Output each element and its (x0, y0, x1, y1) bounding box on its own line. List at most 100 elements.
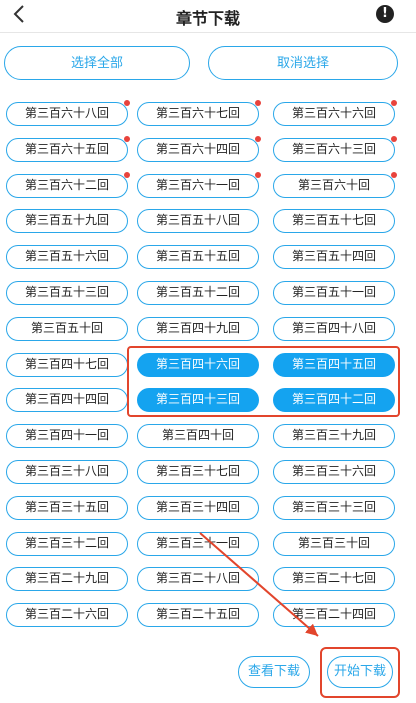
new-badge-dot (255, 135, 261, 142)
chapter-chip[interactable]: 第三百五十七回 (273, 209, 395, 234)
chapter-chip[interactable]: 第三百二十五回 (137, 603, 259, 628)
chapter-chip[interactable]: 第三百三十三回 (273, 495, 395, 520)
chapter-chip[interactable]: 第三百三十七回 (137, 460, 259, 484)
chapter-chip[interactable]: 第三百六十一回 (137, 171, 261, 198)
chapter-label: 第三百六十五回 (24, 141, 109, 156)
chapter-label: 第三百四十九回 (155, 320, 240, 335)
chapter-label: 第三百六十二回 (24, 177, 109, 192)
chapter-chip[interactable]: 第三百四十七回 (6, 352, 128, 377)
chapter-label: 第三百二十八回 (155, 571, 240, 586)
chapter-chip[interactable]: 第三百六十七回 (137, 100, 261, 126)
chapter-chip[interactable]: 第三百二十六回 (6, 603, 128, 628)
chapter-chip[interactable]: 第三百四十四回 (6, 388, 128, 413)
chapter-chip[interactable]: 第三百六十四回 (137, 135, 261, 162)
chapter-label: 第三百六十八回 (24, 106, 109, 120)
chapter-label: 第三百三十二回 (24, 535, 109, 550)
chapter-label: 第三百三十回 (297, 535, 370, 550)
info-icon[interactable]: ! (376, 5, 394, 23)
select-all-button[interactable]: 选择全部 (4, 46, 190, 80)
chapter-chip[interactable]: 第三百三十九回 (273, 424, 395, 449)
new-badge-dot (391, 135, 397, 142)
chapter-chip[interactable]: 第三百五十六回 (6, 245, 128, 270)
chapter-chip[interactable]: 第三百三十六回 (273, 460, 395, 484)
new-badge-dot (391, 100, 397, 106)
chapter-label: 第三百四十三回 (155, 392, 240, 407)
chapter-label: 第三百四十二回 (291, 392, 376, 407)
chapter-chip[interactable]: 第三百四十二回 (273, 388, 395, 413)
header-divider (0, 32, 416, 33)
chapter-label: 第三百六十回 (297, 177, 370, 192)
chapter-chip[interactable]: 第三百二十四回 (273, 603, 395, 628)
chapter-chip[interactable]: 第三百四十三回 (137, 388, 259, 413)
chapter-chip[interactable]: 第三百三十五回 (6, 495, 128, 520)
chapter-label: 第三百四十四回 (24, 392, 109, 407)
chapter-chip[interactable]: 第三百五十五回 (137, 245, 259, 270)
new-badge-dot (391, 171, 397, 178)
chapter-label: 第三百四十六回 (155, 356, 240, 371)
chapter-label: 第三百六十一回 (155, 177, 240, 192)
chapter-label: 第三百五十回 (30, 320, 103, 335)
chapter-chip[interactable]: 第三百六十六回 (273, 100, 397, 126)
chapter-chip[interactable]: 第三百五十三回 (6, 281, 128, 305)
chapter-chip[interactable]: 第三百四十九回 (137, 316, 259, 341)
new-badge-dot (255, 100, 261, 106)
chapter-label: 第三百三十三回 (291, 499, 376, 514)
chapter-chip[interactable]: 第三百四十八回 (273, 316, 395, 341)
chapter-chip[interactable]: 第三百二十九回 (6, 567, 128, 592)
chapter-label: 第三百六十四回 (155, 141, 240, 156)
new-badge-dot (124, 171, 130, 178)
chapter-label: 第三百三十九回 (291, 428, 376, 443)
chapter-label: 第三百三十四回 (155, 499, 240, 514)
chapter-chip[interactable]: 第三百五十二回 (137, 281, 259, 305)
chapter-label: 第三百五十九回 (24, 213, 109, 228)
chapter-label: 第三百五十一回 (291, 285, 376, 299)
chapter-chip[interactable]: 第三百六十二回 (6, 171, 130, 198)
chapter-label: 第三百二十六回 (24, 607, 109, 622)
chapter-chip[interactable]: 第三百六十三回 (273, 135, 397, 162)
start-download-button[interactable]: 开始下载 (327, 656, 393, 688)
chapter-chip[interactable]: 第三百五十回 (6, 316, 128, 341)
cancel-selection-button[interactable]: 取消选择 (208, 46, 398, 80)
chapter-chip[interactable]: 第三百五十一回 (273, 281, 395, 305)
chapter-label: 第三百三十八回 (24, 464, 109, 478)
chapter-label: 第三百二十七回 (291, 571, 376, 586)
chapter-label: 第三百五十五回 (155, 249, 240, 264)
chapter-label: 第三百四十一回 (24, 428, 109, 443)
chapter-label: 第三百三十六回 (291, 464, 376, 478)
chapter-chip[interactable]: 第三百三十一回 (137, 531, 259, 556)
chapter-label: 第三百三十七回 (155, 464, 240, 478)
chapter-chip[interactable]: 第三百六十八回 (6, 100, 130, 126)
new-badge-dot (124, 100, 130, 106)
chapter-label: 第三百六十三回 (291, 141, 376, 156)
chapter-label: 第三百三十一回 (155, 535, 240, 550)
chapter-chip[interactable]: 第三百五十八回 (137, 209, 259, 234)
header-bar: 章节下载 ! (0, 0, 416, 30)
chapter-chip[interactable]: 第三百四十回 (137, 424, 259, 449)
chapter-label: 第三百六十六回 (291, 106, 376, 120)
chapter-chip[interactable]: 第三百六十五回 (6, 135, 130, 162)
view-downloads-button[interactable]: 查看下载 (238, 656, 310, 688)
chapter-label: 第三百三十五回 (24, 499, 109, 514)
chapter-chip[interactable]: 第三百六十回 (273, 171, 397, 198)
chapter-chip[interactable]: 第三百四十六回 (137, 352, 259, 377)
chapter-label: 第三百五十六回 (24, 249, 109, 264)
chapter-chip[interactable]: 第三百四十一回 (6, 424, 128, 449)
chapter-chip[interactable]: 第三百三十八回 (6, 460, 128, 484)
chapter-grid: 第三百六十八回 第三百六十七回 第三百六十六回 第三百六十五回 第三百六十四回 第三百六十… (0, 94, 416, 638)
chapter-chip[interactable]: 第三百三十四回 (137, 495, 259, 520)
chapter-label: 第三百四十七回 (24, 356, 109, 371)
chapter-chip[interactable]: 第三百三十回 (273, 531, 395, 556)
chapter-chip[interactable]: 第三百五十九回 (6, 209, 128, 234)
chapter-chip[interactable]: 第三百四十五回 (273, 352, 395, 377)
chapter-label: 第三百二十九回 (24, 571, 109, 586)
chapter-chip[interactable]: 第三百二十八回 (137, 567, 259, 592)
chapter-label: 第三百五十四回 (291, 249, 376, 264)
chapter-chip[interactable]: 第三百五十四回 (273, 245, 395, 270)
chapter-chip[interactable]: 第三百二十七回 (273, 567, 395, 592)
chapter-label: 第三百六十七回 (155, 106, 240, 120)
chapter-label: 第三百五十七回 (291, 213, 376, 228)
new-badge-dot (124, 135, 130, 142)
chapter-label: 第三百五十八回 (155, 213, 240, 228)
chapter-chip[interactable]: 第三百三十二回 (6, 531, 128, 556)
new-badge-dot (255, 171, 261, 178)
